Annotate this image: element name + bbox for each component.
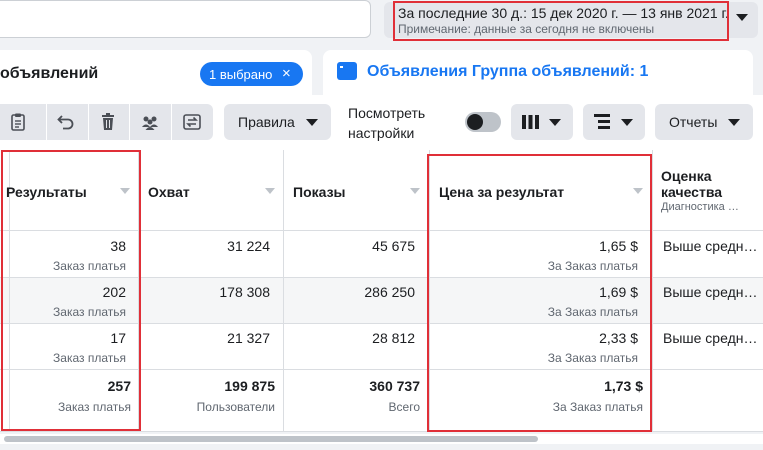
chevron-down-icon[interactable] bbox=[736, 14, 748, 21]
chevron-down-icon bbox=[728, 119, 740, 126]
scrollbar-thumb[interactable] bbox=[4, 436, 538, 442]
search-input[interactable] bbox=[0, 0, 371, 38]
header-label: Оценка качества bbox=[661, 168, 723, 200]
total-reach-sub: Пользователи bbox=[196, 400, 275, 414]
results-column-highlight bbox=[1, 150, 141, 431]
rules-label: Правила bbox=[238, 114, 295, 130]
divider bbox=[129, 104, 130, 140]
date-range-highlight bbox=[393, 1, 729, 41]
people-icon[interactable] bbox=[141, 113, 159, 131]
toggle-knob bbox=[467, 114, 483, 130]
sort-icon[interactable] bbox=[265, 188, 275, 194]
total-impressions-sub: Всего bbox=[388, 400, 420, 414]
reports-button[interactable]: Отчеты bbox=[655, 104, 753, 140]
cell-reach: 31 224 bbox=[227, 238, 270, 254]
view-settings-toggle[interactable] bbox=[465, 112, 501, 132]
columns-icon bbox=[522, 115, 540, 132]
chevron-down-icon bbox=[306, 119, 318, 126]
view-settings-label: Посмотреть настройки bbox=[348, 105, 426, 141]
divider bbox=[46, 104, 47, 140]
column-header-reach[interactable]: Охват bbox=[139, 150, 283, 230]
total-reach: 199 875 bbox=[224, 378, 275, 394]
divider bbox=[88, 104, 89, 140]
cell-quality: Выше средн… bbox=[663, 284, 758, 300]
column-header-quality[interactable]: Оценка качества Диагностика … bbox=[653, 150, 763, 230]
cell-impressions: 45 675 bbox=[372, 238, 415, 254]
close-icon[interactable]: × bbox=[282, 65, 291, 82]
rules-button[interactable]: Правила bbox=[224, 104, 331, 140]
sort-icon[interactable] bbox=[410, 188, 420, 194]
breakdown-icon bbox=[594, 114, 612, 133]
columns-button[interactable] bbox=[511, 104, 573, 140]
cell-reach: 178 308 bbox=[219, 284, 270, 300]
tab-ads-label: объявлений bbox=[0, 65, 99, 82]
cell-quality: Выше средн… bbox=[663, 238, 758, 254]
divider bbox=[171, 104, 172, 140]
swap-icon[interactable] bbox=[183, 113, 201, 131]
cell-quality: Выше средн… bbox=[663, 330, 758, 346]
cell-impressions: 286 250 bbox=[364, 284, 415, 300]
header-label: Показы bbox=[293, 184, 346, 200]
selected-filter-pill[interactable]: 1 выбрано × bbox=[200, 62, 303, 86]
window-icon bbox=[337, 62, 357, 80]
header-label: Охват bbox=[148, 184, 190, 200]
chevron-down-icon bbox=[549, 119, 561, 126]
total-impressions: 360 737 bbox=[369, 378, 420, 394]
cell-impressions: 28 812 bbox=[372, 330, 415, 346]
reports-label: Отчеты bbox=[669, 114, 718, 130]
tab-ad-group-label: Объявления Группа объявлений: 1 bbox=[367, 63, 649, 80]
cell-reach: 21 327 bbox=[227, 330, 270, 346]
undo-icon[interactable] bbox=[57, 113, 75, 131]
header-sublabel: Диагностика … bbox=[661, 201, 739, 213]
selected-count: 1 выбрано bbox=[209, 67, 273, 82]
clipboard-icon[interactable] bbox=[9, 113, 27, 131]
trash-icon[interactable] bbox=[99, 113, 117, 131]
column-header-impressions[interactable]: Показы bbox=[284, 150, 429, 230]
breakdown-button[interactable] bbox=[583, 104, 645, 140]
cost-column-highlight bbox=[427, 154, 652, 432]
chevron-down-icon bbox=[621, 119, 633, 126]
